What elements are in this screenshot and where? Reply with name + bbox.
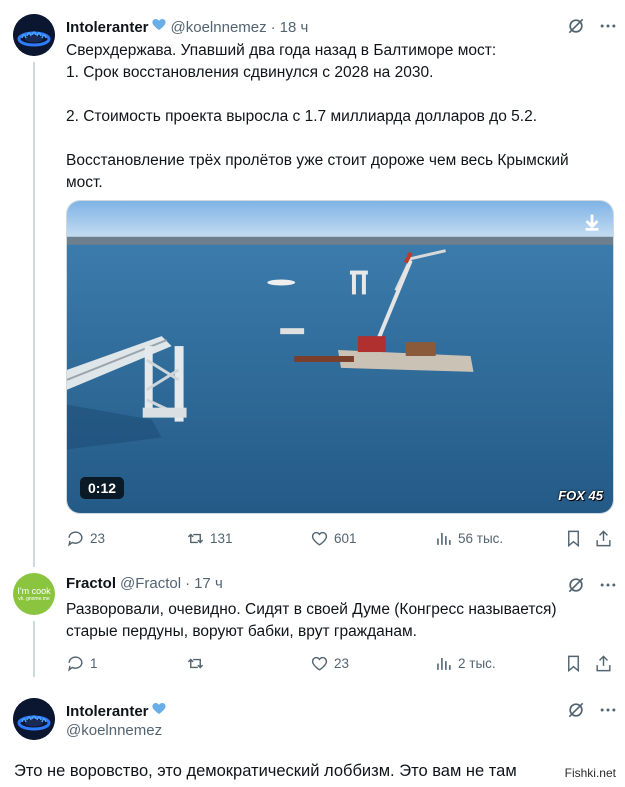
tweet-line: Сверхдержава. Упавший два года назад в Б… <box>66 42 497 59</box>
video-player[interactable]: 0:12 FOX 45 <box>66 200 614 514</box>
tweet-line <box>66 128 614 150</box>
gas-flame-icon <box>13 698 55 740</box>
views-button[interactable]: 56 тыс. <box>434 529 564 548</box>
tweet-actions: 23 131 601 56 тыс. <box>66 529 614 548</box>
views-button[interactable]: 2 тыс. <box>434 654 564 673</box>
avatar[interactable] <box>13 14 55 56</box>
more-icon[interactable] <box>598 700 618 720</box>
tweet-header: Intoleranter @koelnnemez · 18 ч <box>66 16 308 36</box>
reply-button[interactable]: 1 <box>66 654 186 673</box>
like-button[interactable]: 601 <box>310 529 434 548</box>
tweet-line: мост. <box>66 174 103 191</box>
tweet-text: Сверхдержава. Упавший два года назад в Б… <box>66 40 614 194</box>
share-button[interactable] <box>594 654 614 673</box>
like-count: 601 <box>334 531 357 546</box>
grok-icon[interactable] <box>566 700 586 720</box>
reply-button[interactable]: 23 <box>66 529 186 548</box>
tweet-line: старые пердуны, воруют бабки, врут гражд… <box>66 623 417 640</box>
gas-flame-icon <box>13 14 55 56</box>
retweet-icon <box>187 533 204 544</box>
handle[interactable]: @koelnnemez <box>66 722 162 739</box>
like-count: 23 <box>334 656 350 671</box>
reply-count: 23 <box>90 531 106 546</box>
avatar-subtext: vk. gnome.me <box>18 596 50 602</box>
tweet-line: Разворовали, очевидно. Сидят в своей Дум… <box>66 601 557 618</box>
tweet-text: Разворовали, очевидно. Сидят в своей Дум… <box>66 599 614 643</box>
bookmark-icon <box>568 655 579 673</box>
channel-watermark: FOX 45 <box>558 488 603 503</box>
like-button[interactable]: 23 <box>310 654 434 673</box>
grok-icon[interactable] <box>566 16 586 36</box>
display-name[interactable]: Intoleranter <box>66 703 149 720</box>
bridge-video-frame <box>67 201 613 513</box>
reply-count: 1 <box>90 656 98 671</box>
share-icon <box>596 530 611 547</box>
retweet-count: 131 <box>210 531 233 546</box>
like-icon <box>311 531 328 546</box>
more-icon[interactable] <box>598 575 618 595</box>
display-name[interactable]: Fractol <box>66 575 116 592</box>
bookmark-button[interactable] <box>564 529 594 548</box>
reply-icon <box>68 531 83 547</box>
views-count: 2 тыс. <box>458 656 496 671</box>
retweet-icon <box>187 658 204 669</box>
views-icon <box>437 657 451 670</box>
views-count: 56 тыс. <box>458 531 504 546</box>
tweet-subheader: @koelnnemez <box>62 722 162 739</box>
separator-dot: · <box>270 19 276 36</box>
verified-icon <box>151 703 166 714</box>
verified-icon <box>151 19 166 30</box>
thread-line <box>33 621 35 677</box>
handle[interactable]: @koelnnemez <box>171 19 267 36</box>
like-icon <box>311 656 328 671</box>
bookmark-button[interactable] <box>564 654 594 673</box>
download-icon[interactable] <box>581 211 603 233</box>
tweet-header: Intoleranter <box>66 700 167 720</box>
tweet-header: Fractol @Fractol · 17 ч <box>66 575 223 592</box>
tweet-actions: 1 23 2 тыс. <box>66 654 614 673</box>
thread-line <box>33 62 35 567</box>
tweet-header-icons <box>566 16 618 36</box>
video-duration: 0:12 <box>80 477 125 499</box>
share-icon <box>596 655 611 672</box>
tweet-line: 2. Стоимость проекта выросла с 1.7 милли… <box>66 108 538 125</box>
more-icon[interactable] <box>598 16 618 36</box>
views-icon <box>437 532 451 545</box>
retweet-button[interactable]: 131 <box>186 529 310 548</box>
tweet-header-icons <box>566 575 618 595</box>
avatar[interactable] <box>13 698 55 740</box>
tweet-header-icons <box>566 700 618 720</box>
tweet-line <box>66 84 614 106</box>
avatar[interactable]: I'm cook vk. gnome.me <box>13 573 55 615</box>
site-watermark: Fishki.net <box>561 765 619 781</box>
tweet-line: 1. Срок восстановления сдвинулся с 2028 … <box>66 64 434 81</box>
timestamp[interactable]: 17 ч <box>194 575 223 592</box>
reply-icon <box>68 656 83 672</box>
grok-icon[interactable] <box>566 575 586 595</box>
bookmark-icon <box>568 530 579 548</box>
tweet-text: Это не воровство, это демократический ло… <box>14 762 517 780</box>
share-button[interactable] <box>594 529 614 548</box>
timestamp[interactable]: 18 ч <box>280 19 309 36</box>
retweet-button[interactable] <box>186 654 310 673</box>
tweet-line: Восстановление трёх пролётов уже стоит д… <box>66 152 569 169</box>
separator-dot: · <box>185 575 191 592</box>
handle[interactable]: @Fractol <box>120 575 181 592</box>
display-name[interactable]: Intoleranter <box>66 19 149 36</box>
avatar-text: I'm cook <box>17 586 51 596</box>
